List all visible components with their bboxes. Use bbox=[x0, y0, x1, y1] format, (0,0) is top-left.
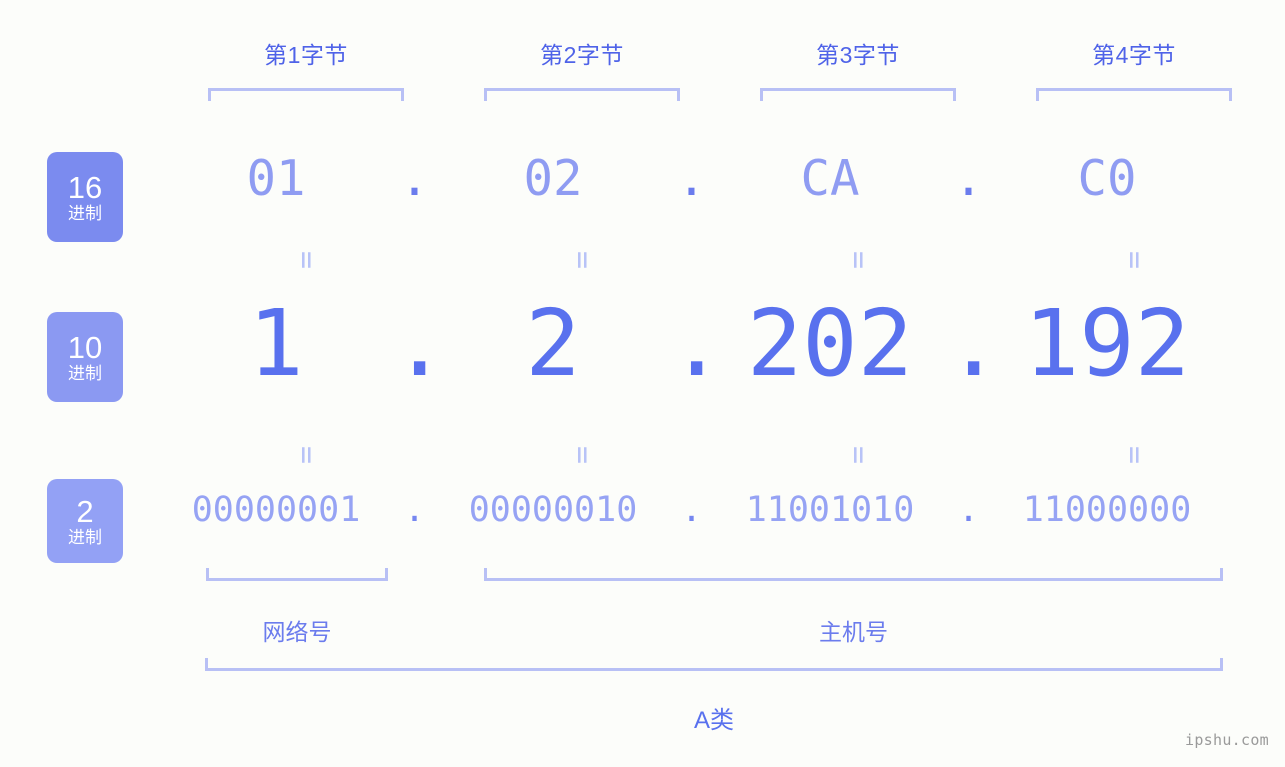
base-badge-binary-number: 2 bbox=[76, 493, 94, 529]
binary-value-row: 00000001 . 00000010 . 11001010 . 1100000… bbox=[160, 490, 1275, 530]
equals-sign-hex-dec-2: = bbox=[565, 250, 600, 270]
binary-separator-1: . bbox=[403, 490, 426, 530]
base-badge-decimal: 10 进制 bbox=[47, 312, 123, 402]
base-badge-hex-number: 16 bbox=[67, 169, 103, 205]
base-badge-hex-sub: 进制 bbox=[68, 203, 102, 223]
decimal-octet-3: 202 bbox=[746, 290, 914, 397]
byte-header-1: 第1字节 bbox=[264, 42, 348, 68]
hex-octet-1: 01 bbox=[246, 150, 306, 207]
decimal-separator-3: . bbox=[946, 290, 1002, 397]
hex-octet-4: C0 bbox=[1077, 150, 1137, 207]
decimal-octet-4: 192 bbox=[1023, 290, 1191, 397]
hex-separator-3: . bbox=[953, 150, 984, 207]
binary-octet-4: 11000000 bbox=[1022, 490, 1192, 530]
ip-address-breakdown-diagram: 第1字节 第2字节 第3字节 第4字节 16 进制 01 . 02 . CA .… bbox=[0, 0, 1285, 767]
equals-sign-dec-bin-1: = bbox=[289, 445, 324, 465]
byte-bracket-3 bbox=[760, 88, 956, 101]
address-class-bracket bbox=[205, 658, 1223, 671]
address-class-label: A类 bbox=[693, 707, 734, 734]
byte-bracket-4 bbox=[1036, 88, 1232, 101]
byte-bracket-2 bbox=[484, 88, 680, 101]
binary-octet-2: 00000010 bbox=[468, 490, 638, 530]
decimal-value-row: 1 . 2 . 202 . 192 bbox=[160, 290, 1275, 397]
byte-bracket-1 bbox=[208, 88, 404, 101]
hex-separator-1: . bbox=[399, 150, 430, 207]
byte-header-3: 第3字节 bbox=[816, 42, 900, 68]
base-badge-decimal-sub: 进制 bbox=[68, 363, 102, 383]
equals-sign-dec-bin-3: = bbox=[841, 445, 876, 465]
network-portion-label: 网络号 bbox=[262, 619, 332, 645]
base-badge-binary: 2 进制 bbox=[47, 479, 123, 563]
binary-octet-3: 11001010 bbox=[745, 490, 915, 530]
decimal-octet-2: 2 bbox=[525, 290, 581, 397]
equals-sign-hex-dec-1: = bbox=[289, 250, 324, 270]
base-badge-hex: 16 进制 bbox=[47, 152, 123, 242]
decimal-separator-2: . bbox=[669, 290, 725, 397]
hex-value-row: 01 . 02 . CA . C0 bbox=[160, 150, 1275, 207]
base-badge-binary-sub: 进制 bbox=[68, 527, 102, 547]
hex-octet-3: CA bbox=[800, 150, 860, 207]
network-portion-bracket bbox=[206, 568, 388, 581]
base-badge-decimal-number: 10 bbox=[67, 329, 103, 365]
site-watermark: ipshu.com bbox=[1185, 731, 1269, 749]
equals-sign-dec-bin-4: = bbox=[1117, 445, 1152, 465]
byte-header-2: 第2字节 bbox=[540, 42, 624, 68]
binary-separator-3: . bbox=[957, 490, 980, 530]
decimal-octet-1: 1 bbox=[248, 290, 304, 397]
binary-separator-2: . bbox=[680, 490, 703, 530]
hex-separator-2: . bbox=[676, 150, 707, 207]
host-portion-bracket bbox=[484, 568, 1223, 581]
equals-sign-hex-dec-4: = bbox=[1117, 250, 1152, 270]
decimal-separator-1: . bbox=[392, 290, 448, 397]
hex-octet-2: 02 bbox=[523, 150, 583, 207]
binary-octet-1: 00000001 bbox=[191, 490, 361, 530]
equals-sign-dec-bin-2: = bbox=[565, 445, 600, 465]
byte-header-4: 第4字节 bbox=[1092, 42, 1176, 68]
equals-sign-hex-dec-3: = bbox=[841, 250, 876, 270]
host-portion-label: 主机号 bbox=[819, 619, 888, 645]
